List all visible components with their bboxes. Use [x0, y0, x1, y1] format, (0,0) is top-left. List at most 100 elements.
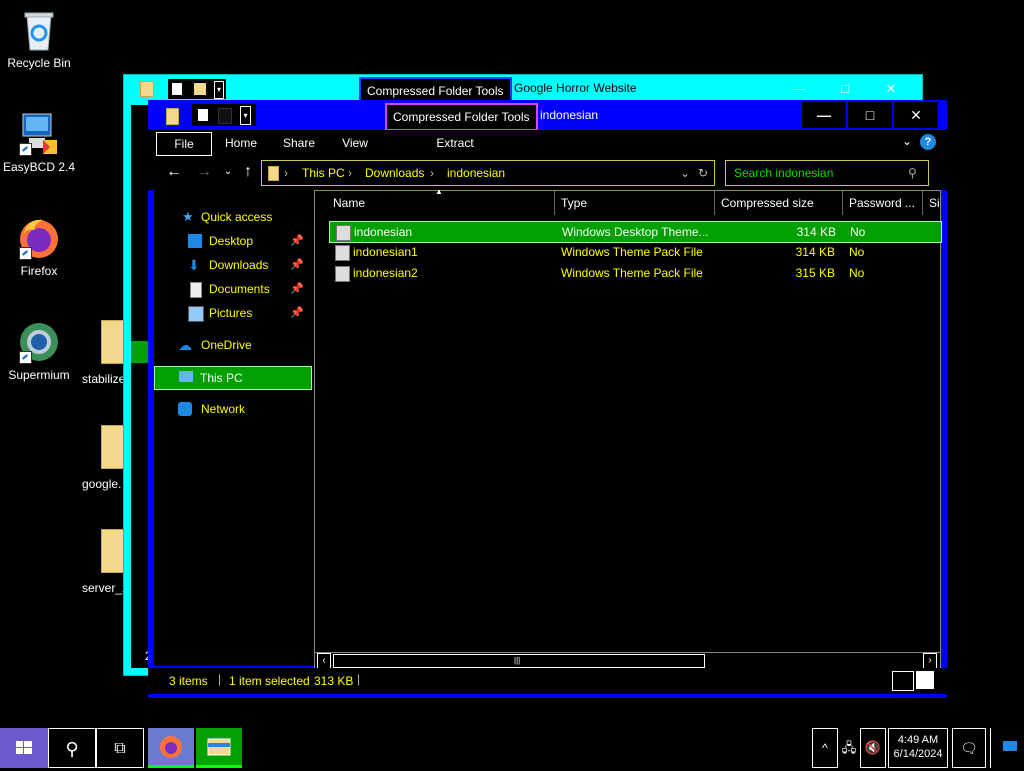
theme-file-icon [335, 266, 350, 282]
large-icons-view-icon[interactable] [916, 671, 934, 689]
expand-ribbon-icon[interactable]: ⌄ [902, 134, 912, 148]
quick-access-toolbar[interactable]: ▾ [192, 104, 256, 126]
quick-access-toolbar[interactable]: ▾ [168, 79, 226, 99]
column-header-name[interactable]: Name [327, 191, 555, 215]
file-icon [101, 529, 125, 573]
picture-icon [188, 306, 204, 322]
column-header-type[interactable]: Type [555, 191, 715, 215]
nav-quick-access[interactable]: ★ Quick access [154, 206, 310, 228]
breadcrumb-indonesian[interactable]: indonesian [447, 161, 505, 185]
address-bar[interactable]: › This PC › Downloads › indonesian ⌄ ↻ [261, 160, 715, 186]
notification-center-icon[interactable]: 🗨 [952, 728, 986, 768]
breadcrumb-this-pc[interactable]: This PC [302, 161, 345, 185]
show-desktop-button[interactable] [990, 728, 1024, 768]
shortcut-arrow-icon [19, 351, 32, 364]
file-row[interactable]: indonesian Windows Desktop Theme... 314 … [329, 221, 942, 243]
tab-file[interactable]: File [156, 132, 212, 156]
desktop-icon-firefox[interactable]: Firefox [1, 216, 77, 278]
tab-view[interactable]: View [332, 132, 378, 154]
scrollbar-thumb[interactable]: ||| [333, 654, 705, 668]
nav-documents[interactable]: Documents 📌 [154, 278, 310, 300]
desktop-icon-stabilize[interactable]: stabilize [82, 320, 126, 386]
clock-time: 4:49 AM [897, 734, 939, 746]
column-header-password[interactable]: Password ... [843, 191, 923, 215]
properties-icon [172, 83, 182, 95]
network-tray-icon[interactable]: 🖧 [838, 728, 860, 768]
close-icon[interactable]: ✕ [869, 77, 913, 101]
status-bar: 3 items | 1 item selected 313 KB | [148, 668, 947, 694]
desktop-icon-label: Recycle Bin [7, 56, 71, 70]
file-icon [101, 320, 125, 364]
desktop-icon-server[interactable]: server_2 [82, 529, 129, 595]
desktop-icon-label: Firefox [20, 264, 58, 278]
address-dropdown-icon[interactable]: ⌄ [680, 161, 690, 185]
maximize-button[interactable]: □ [848, 102, 892, 128]
clock[interactable]: 4:49 AM 6/14/2024 [888, 728, 948, 768]
pin-icon: 📌 [290, 307, 304, 319]
search-icon[interactable]: ⚲ [48, 728, 96, 768]
details-view-icon[interactable] [892, 671, 914, 691]
shortcut-arrow-icon [19, 143, 32, 156]
file-list: ▲ Name Type Compressed size Password ...… [314, 187, 942, 668]
customize-toolbar-icon[interactable]: ▾ [240, 106, 251, 125]
minimize-icon[interactable]: — [777, 77, 821, 101]
file-icon [101, 425, 125, 469]
breadcrumb-separator-icon: › [430, 166, 434, 180]
back-arrow-icon[interactable]: ← [164, 162, 184, 182]
forward-arrow-icon[interactable]: → [194, 162, 214, 182]
minimize-button[interactable]: — [802, 102, 846, 128]
status-selected: 1 item selected [229, 674, 310, 688]
nav-downloads[interactable]: ⬇ Downloads 📌 [154, 254, 310, 276]
show-hidden-icons-chevron-icon[interactable]: ^ [812, 728, 838, 768]
file-name: indonesian [354, 225, 413, 239]
task-view-icon[interactable]: ⧉ [96, 728, 144, 768]
address-row: ← → ⌄ ↑ › This PC › Downloads › indonesi… [148, 156, 947, 190]
desktop-icon-easybcd[interactable]: EasyBCD 2.4 [1, 112, 77, 174]
tab-share[interactable]: Share [276, 132, 322, 154]
nav-this-pc[interactable]: This PC [154, 366, 312, 390]
nav-pictures[interactable]: Pictures 📌 [154, 302, 310, 324]
close-button[interactable]: ✕ [894, 102, 938, 128]
column-header-compressed-size[interactable]: Compressed size [715, 191, 843, 215]
customize-toolbar-icon[interactable]: ▾ [214, 81, 224, 99]
search-box[interactable]: Search indonesian ⚲ [725, 160, 929, 186]
tab-extract[interactable]: Extract [428, 132, 482, 154]
tab-home[interactable]: Home [218, 132, 264, 154]
file-row[interactable]: indonesian2 Windows Theme Pack File 315 … [329, 263, 940, 283]
desktop-icon-google[interactable]: google. [82, 425, 126, 491]
volume-muted-icon[interactable]: 🔇 [860, 728, 886, 768]
taskbar: ⚲ ⧉ ^ 🖧 🔇 4:49 AM 6/14/2024 🗨 [0, 728, 1024, 768]
desktop-icon-label: Supermium [8, 368, 70, 382]
taskbar-firefox[interactable] [148, 728, 194, 768]
breadcrumb-downloads[interactable]: Downloads [365, 161, 424, 185]
help-icon[interactable]: ? [920, 134, 936, 150]
context-tab-compressed-folder-tools[interactable]: Compressed Folder Tools [385, 103, 538, 131]
recent-locations-chevron-icon[interactable]: ⌄ [218, 162, 238, 182]
taskbar-file-explorer[interactable] [196, 728, 242, 768]
nav-label: This PC [200, 371, 243, 385]
file-row[interactable]: indonesian1 Windows Theme Pack File 314 … [329, 242, 940, 262]
nav-label: OneDrive [201, 338, 252, 352]
nav-network[interactable]: Network [154, 398, 310, 420]
maximize-icon[interactable]: □ [823, 77, 867, 101]
column-header-size[interactable]: Si [923, 191, 941, 215]
breadcrumb-separator-icon: › [348, 166, 352, 180]
scroll-right-icon[interactable]: › [923, 653, 937, 669]
refresh-icon[interactable]: ↻ [698, 161, 708, 185]
file-type: Windows Desktop Theme... [562, 225, 709, 239]
explorer-window[interactable]: ▾ Compressed Folder Tools indonesian — □… [148, 100, 947, 698]
nav-onedrive[interactable]: ☁ OneDrive [154, 334, 310, 356]
desktop-icon-supermium[interactable]: Supermium [1, 320, 77, 382]
nav-desktop[interactable]: Desktop 📌 [154, 230, 310, 252]
desktop-icon [188, 234, 202, 248]
title-bar[interactable]: ▾ Compressed Folder Tools indonesian — □… [148, 100, 947, 131]
status-item-count: 3 items [169, 674, 208, 688]
firefox-icon [160, 736, 182, 758]
scroll-left-icon[interactable]: ‹ [317, 653, 331, 669]
search-icon[interactable]: ⚲ [908, 161, 917, 185]
start-button[interactable] [0, 728, 48, 768]
file-type: Windows Theme Pack File [561, 245, 703, 259]
desktop-icon-recycle-bin[interactable]: Recycle Bin [1, 8, 77, 70]
up-arrow-icon[interactable]: ↑ [238, 162, 258, 182]
folder-icon [207, 738, 231, 756]
